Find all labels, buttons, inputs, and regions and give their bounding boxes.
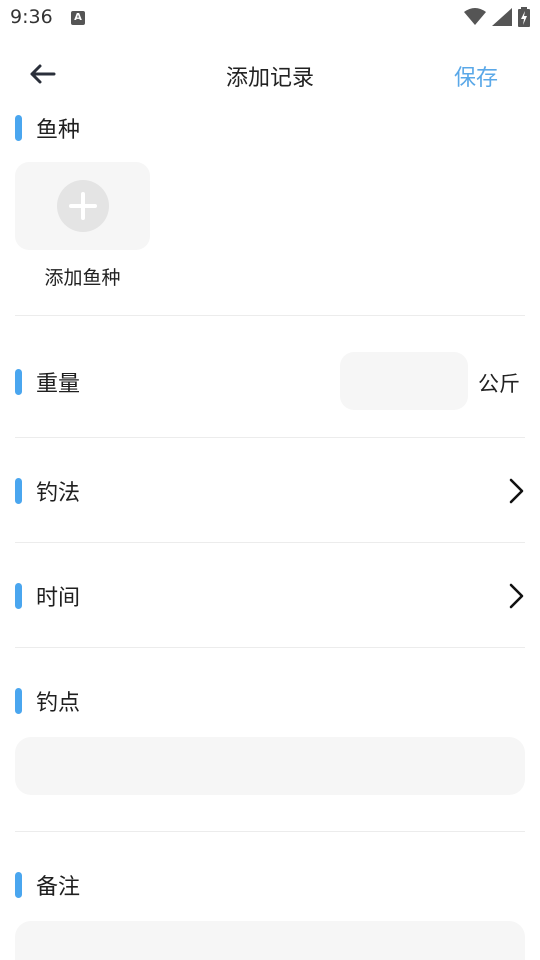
section-notes: 备注 xyxy=(15,870,80,900)
notes-label: 备注 xyxy=(36,875,81,900)
status-bar: 9:36 A xyxy=(0,0,540,36)
divider xyxy=(15,437,525,438)
method-label: 钓法 xyxy=(36,481,81,506)
section-accent-bar xyxy=(15,115,22,141)
section-weight: 重量 xyxy=(15,367,80,397)
weight-label: 重量 xyxy=(36,372,81,397)
section-accent-bar xyxy=(15,872,22,898)
wifi-icon xyxy=(464,8,486,25)
divider xyxy=(15,315,525,316)
section-accent-bar xyxy=(15,583,22,609)
add-fish-species-label: 添加鱼种 xyxy=(44,267,121,289)
status-time: 9:36 xyxy=(10,6,53,28)
section-accent-bar xyxy=(15,688,22,714)
section-spot: 钓点 xyxy=(15,686,80,716)
notification-icon: A xyxy=(71,11,85,25)
weight-unit: 公斤 xyxy=(478,372,520,396)
notes-input[interactable] xyxy=(15,921,525,960)
plus-circle-icon xyxy=(56,180,109,232)
time-chevron-right-icon[interactable] xyxy=(506,583,526,609)
app-bar: 添加记录 保存 xyxy=(0,48,540,102)
divider xyxy=(15,542,525,543)
section-accent-bar xyxy=(15,369,22,395)
divider xyxy=(15,647,525,648)
spot-input[interactable] xyxy=(15,737,525,795)
section-time[interactable]: 时间 xyxy=(15,581,80,611)
section-fish-species: 鱼种 xyxy=(15,113,80,143)
cell-signal-icon xyxy=(492,8,512,26)
weight-input[interactable] xyxy=(340,352,468,410)
section-accent-bar xyxy=(15,478,22,504)
section-method[interactable]: 钓法 xyxy=(15,476,80,506)
divider xyxy=(15,831,525,832)
save-button[interactable]: 保存 xyxy=(454,60,498,92)
arrow-left-icon xyxy=(30,64,56,84)
spot-label: 钓点 xyxy=(36,691,81,716)
battery-charging-icon xyxy=(518,7,530,27)
status-icons xyxy=(464,7,530,27)
fish-species-label: 鱼种 xyxy=(36,118,81,143)
time-label: 时间 xyxy=(36,586,81,611)
method-chevron-right-icon[interactable] xyxy=(506,478,526,504)
back-button[interactable] xyxy=(24,58,60,90)
add-fish-species-button[interactable] xyxy=(15,162,150,250)
